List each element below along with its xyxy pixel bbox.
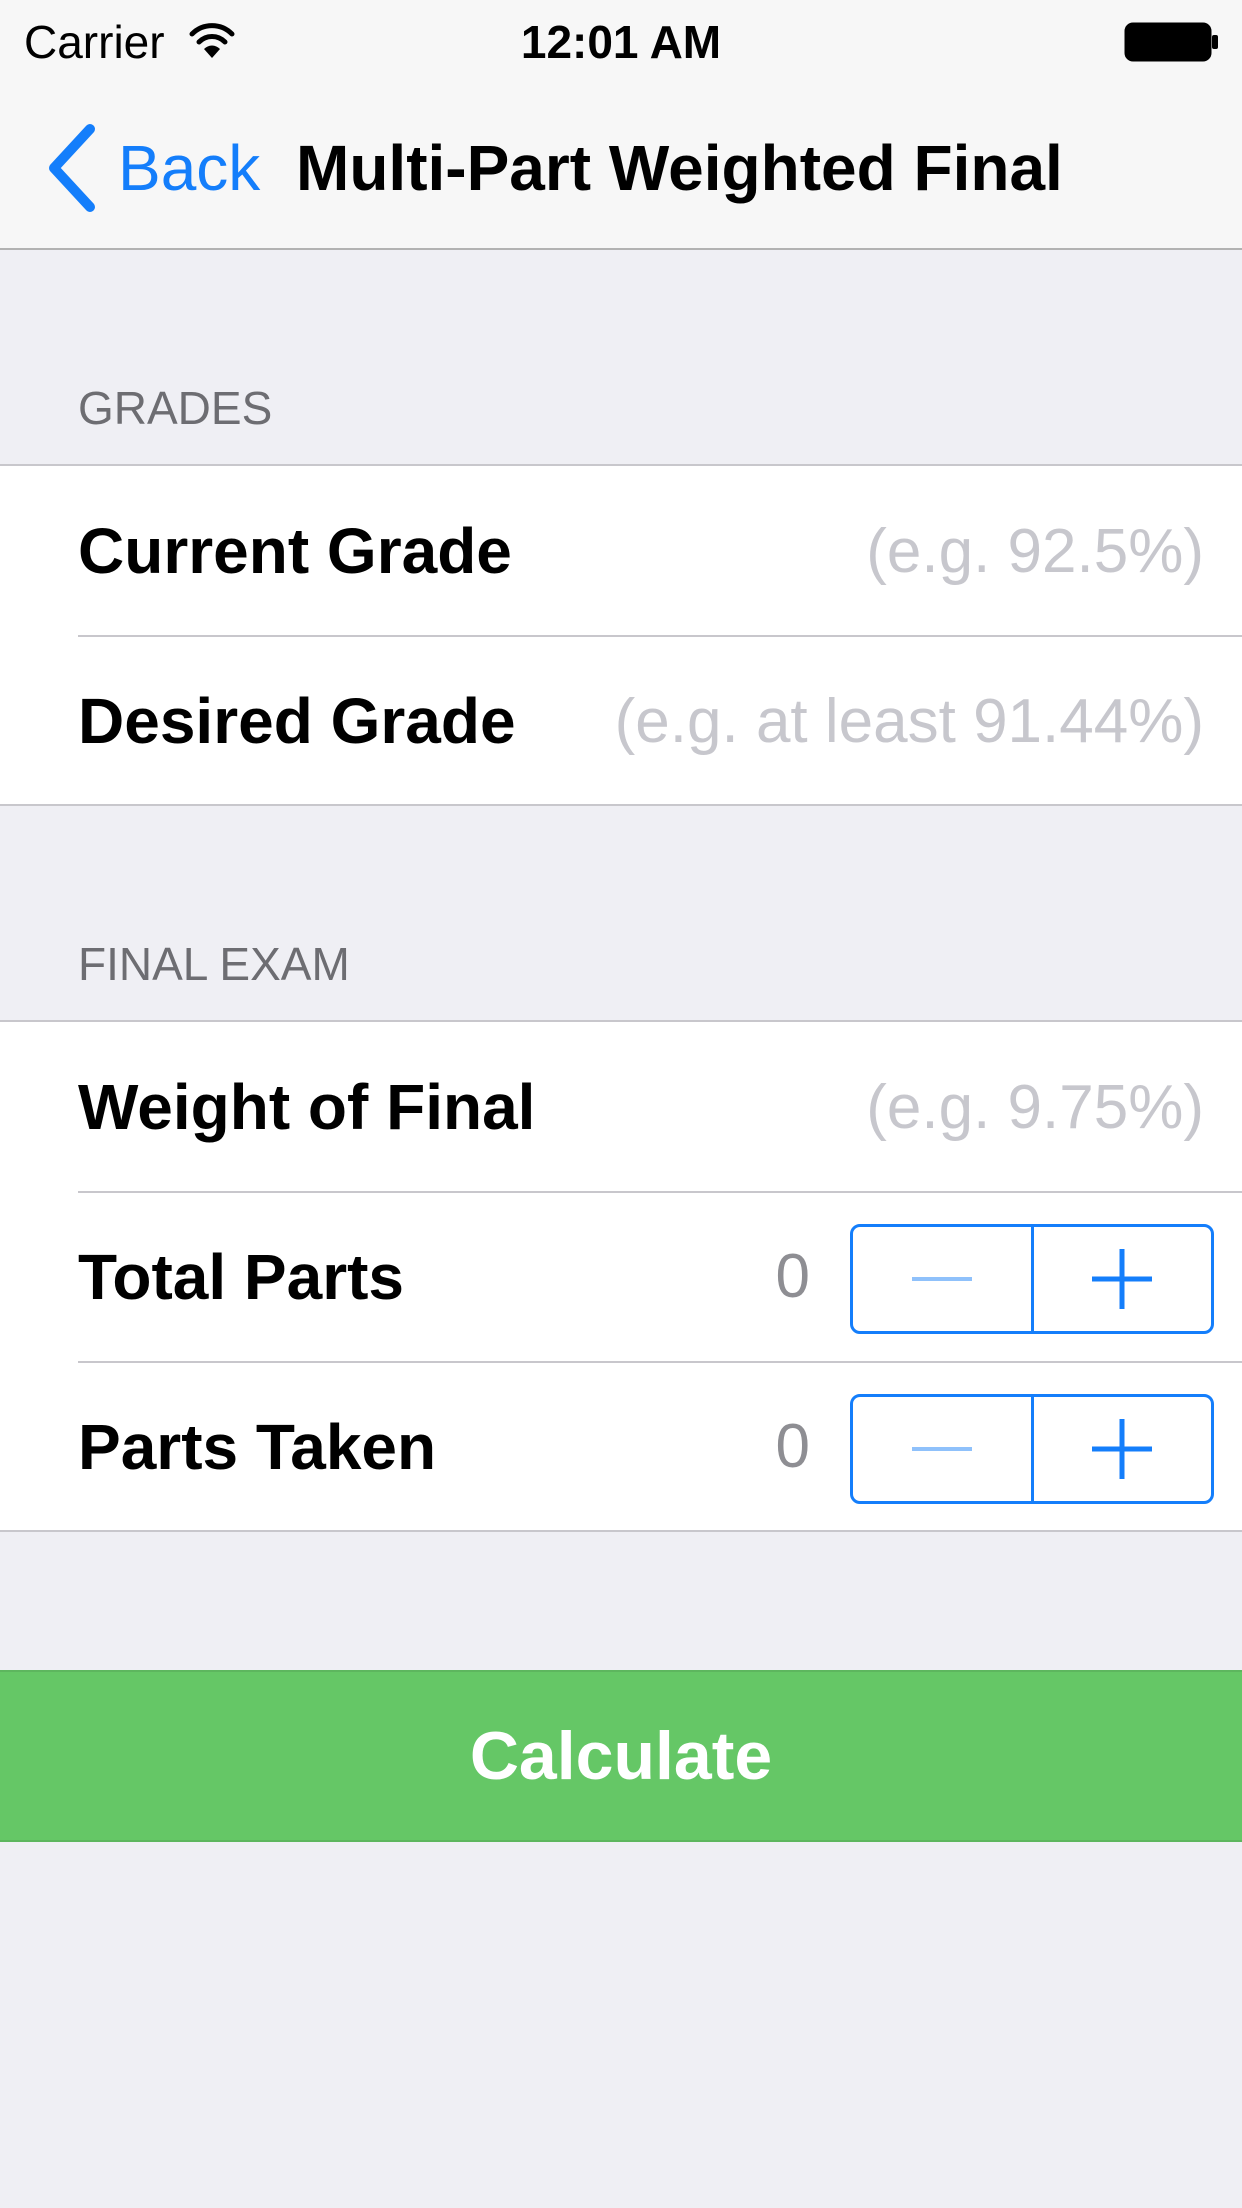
current-grade-row: Current Grade — [0, 466, 1242, 637]
back-button[interactable]: Back — [44, 118, 260, 218]
section-header-final-exam: FINAL EXAM — [78, 938, 350, 990]
final-exam-group: Weight of Final Total Parts 0 Parts Take… — [0, 1020, 1242, 1532]
weight-of-final-label: Weight of Final — [78, 1071, 536, 1143]
back-label: Back — [118, 132, 261, 204]
plus-icon — [1092, 1249, 1153, 1309]
status-time: 12:01 AM — [520, 16, 722, 68]
total-parts-label: Total Parts — [78, 1241, 404, 1313]
desired-grade-row: Desired Grade — [0, 636, 1242, 806]
total-parts-increment-button[interactable] — [1034, 1227, 1212, 1331]
desired-grade-label: Desired Grade — [78, 685, 516, 757]
total-parts-row: Total Parts 0 — [0, 1192, 1242, 1363]
section-header-grades: GRADES — [78, 382, 273, 434]
total-parts-value: 0 — [775, 1242, 810, 1311]
chevron-left-icon — [49, 124, 95, 212]
calculate-button[interactable]: Calculate — [0, 1670, 1242, 1842]
parts-taken-decrement-button[interactable] — [853, 1397, 1034, 1501]
calculate-label: Calculate — [469, 1718, 773, 1794]
battery-icon — [1124, 22, 1218, 62]
parts-taken-label: Parts Taken — [78, 1411, 437, 1483]
current-grade-label: Current Grade — [78, 515, 512, 587]
parts-taken-row: Parts Taken 0 — [0, 1362, 1242, 1532]
navigation-bar: Carrier 12:01 AM Back Multi-Part Weighte… — [0, 0, 1242, 250]
weight-of-final-row: Weight of Final — [0, 1022, 1242, 1193]
total-parts-stepper[interactable] — [850, 1224, 1214, 1334]
parts-taken-stepper[interactable] — [850, 1394, 1214, 1504]
parts-taken-value: 0 — [775, 1412, 810, 1481]
total-parts-decrement-button[interactable] — [853, 1227, 1034, 1331]
grades-group: Current Grade Desired Grade — [0, 464, 1242, 806]
minus-icon — [911, 1447, 972, 1451]
plus-icon — [1092, 1419, 1153, 1479]
parts-taken-increment-button[interactable] — [1034, 1397, 1212, 1501]
current-grade-input[interactable] — [724, 511, 1204, 591]
page-title: Multi-Part Weighted Final — [296, 132, 1063, 204]
weight-of-final-input[interactable] — [724, 1067, 1204, 1147]
desired-grade-input[interactable] — [544, 681, 1204, 761]
minus-icon — [911, 1277, 972, 1281]
